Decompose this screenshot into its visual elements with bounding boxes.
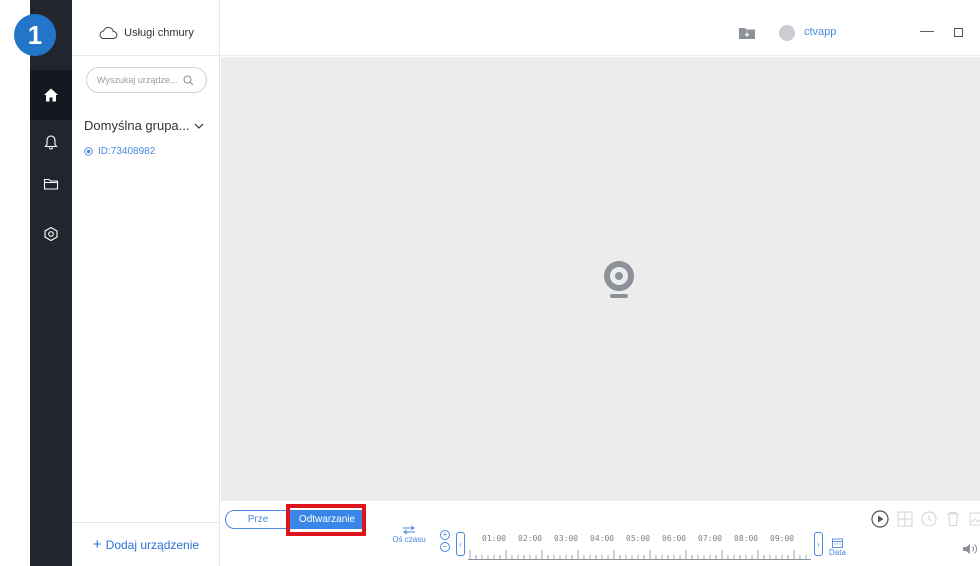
add-device-button[interactable]: + Dodaj urządzenie xyxy=(72,522,220,566)
timeline-track[interactable]: 01:00 02:00 03:00 04:00 05:00 06:00 07:0… xyxy=(468,534,811,560)
cloud-services-label: Usługi chmury xyxy=(124,26,194,39)
device-id-label: ID:73408982 xyxy=(98,146,156,157)
swap-arrows-icon xyxy=(403,525,415,535)
folder-icon xyxy=(43,178,59,190)
sidebar-item-settings[interactable] xyxy=(39,222,63,246)
tab-live[interactable]: Prze xyxy=(225,510,291,529)
highlight-box xyxy=(286,504,366,536)
chevron-down-icon xyxy=(194,123,203,129)
timeline-zoom: + − xyxy=(440,530,450,552)
device-list-item[interactable]: ID:73408982 xyxy=(84,146,155,157)
top-header: ctvapp — xyxy=(220,10,980,56)
timeline-ruler xyxy=(468,550,811,560)
home-icon xyxy=(39,83,63,107)
add-device-label: Dodaj urządzenie xyxy=(105,537,200,552)
sidebar-item-alarms[interactable] xyxy=(39,130,63,154)
timeline-label: 01:00 xyxy=(482,534,507,543)
image-icon[interactable] xyxy=(969,511,980,527)
timeline-label: 06:00 xyxy=(662,534,687,543)
playback-toolbar xyxy=(871,510,980,528)
device-panel: Usługi chmury Domyślna grupa... ID:73408… xyxy=(72,0,220,566)
sidebar-item-files[interactable] xyxy=(39,172,63,196)
grid-layout-icon[interactable] xyxy=(897,511,913,527)
avatar[interactable] xyxy=(779,25,795,41)
device-group[interactable]: Domyślna grupa... xyxy=(84,118,204,133)
settings-icon xyxy=(44,226,58,242)
playback-controls: Prze Odtwarzanie Oś czasu + − ‹ 01:00 02… xyxy=(221,501,980,566)
username-label[interactable]: ctvapp xyxy=(804,26,836,38)
maximize-button[interactable] xyxy=(954,28,963,37)
timeline-label: 07:00 xyxy=(698,534,723,543)
timeline-label: 08:00 xyxy=(734,534,759,543)
sidebar-rail xyxy=(30,0,72,566)
search-input[interactable] xyxy=(97,75,183,85)
device-search[interactable] xyxy=(86,67,207,93)
timeline-label: 05:00 xyxy=(626,534,651,543)
plus-icon: + xyxy=(92,536,102,553)
timeline-next-button[interactable]: › xyxy=(814,532,823,556)
timeline-label: 02:00 xyxy=(518,534,543,543)
timeline-label: 03:00 xyxy=(554,534,579,543)
search-icon[interactable] xyxy=(183,75,194,86)
timeline-label: 04:00 xyxy=(590,534,615,543)
online-status-icon xyxy=(84,147,93,156)
app-window: 1 Usługi chmury Domyślna grupa... xyxy=(0,0,980,566)
timeline-prev-button[interactable]: ‹ xyxy=(456,532,465,556)
sidebar-item-home[interactable] xyxy=(30,70,72,120)
timeline-toggle-button[interactable]: Oś czasu xyxy=(389,525,429,544)
clock-icon[interactable] xyxy=(921,511,937,527)
date-picker-button[interactable]: Data xyxy=(829,538,846,557)
camera-placeholder-icon xyxy=(602,261,636,306)
timeline-label: 09:00 xyxy=(770,534,795,543)
minimize-button[interactable]: — xyxy=(920,22,934,38)
zoom-in-icon[interactable]: + xyxy=(440,530,450,540)
bell-icon xyxy=(44,135,58,150)
zoom-out-icon[interactable]: − xyxy=(440,542,450,552)
device-group-name: Domyślna grupa... xyxy=(84,118,190,133)
calendar-icon xyxy=(832,538,843,548)
step-badge: 1 xyxy=(14,14,56,56)
cloud-services-button[interactable]: Usługi chmury xyxy=(72,10,220,56)
video-area[interactable] xyxy=(221,57,980,501)
download-folder-icon[interactable] xyxy=(739,26,755,44)
play-icon[interactable] xyxy=(871,510,889,528)
date-button-label: Data xyxy=(829,548,846,557)
cloud-icon xyxy=(99,26,118,39)
timeline-toggle-label: Oś czasu xyxy=(392,535,426,544)
speaker-icon[interactable] xyxy=(962,542,978,561)
trash-icon[interactable] xyxy=(945,511,961,527)
